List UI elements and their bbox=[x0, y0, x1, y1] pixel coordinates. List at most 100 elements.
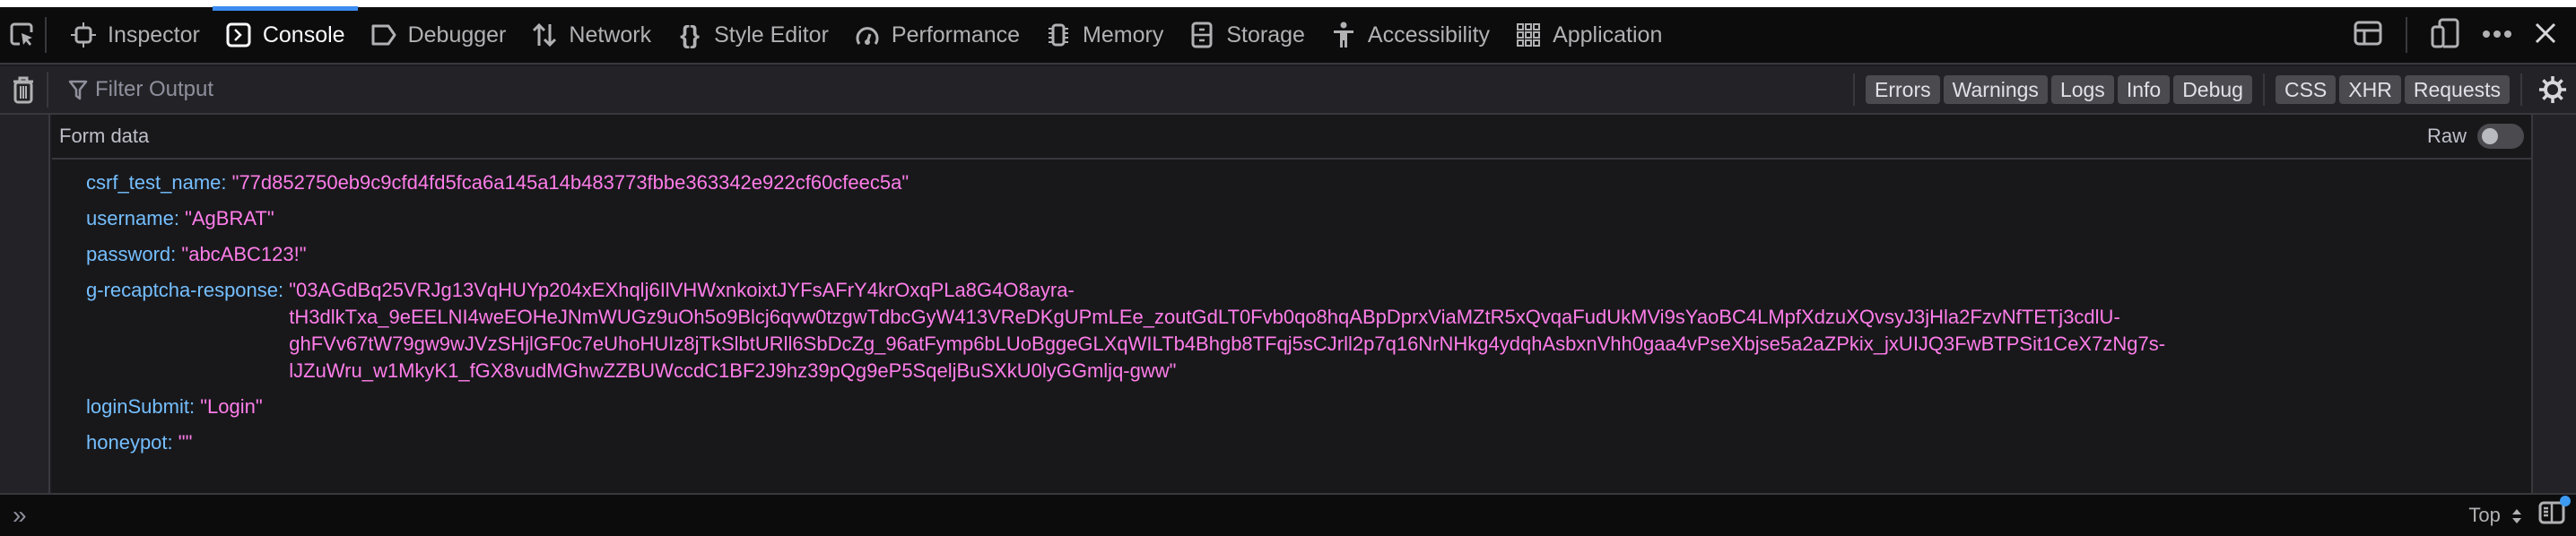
field-key: username: bbox=[86, 207, 179, 229]
tab-console[interactable]: Console bbox=[212, 6, 358, 64]
storage-icon bbox=[1188, 22, 1215, 48]
performance-icon bbox=[854, 22, 881, 48]
network-icon bbox=[531, 22, 558, 48]
more-options-button[interactable] bbox=[2483, 27, 2511, 43]
clear-console-button[interactable] bbox=[0, 75, 47, 104]
console-input-bar[interactable]: » Top bbox=[0, 493, 2576, 536]
field-value-line: tH3dlkTxa_9eEELNI4weEOHeJNmWUGz9uOh5o9Bl… bbox=[289, 306, 2120, 328]
responsive-design-icon bbox=[2431, 18, 2459, 48]
field-key: honeypot: bbox=[86, 431, 173, 454]
tab-storage[interactable]: Storage bbox=[1176, 6, 1318, 64]
notification-dot bbox=[2560, 496, 2571, 506]
tab-inspector[interactable]: Inspector bbox=[57, 6, 213, 64]
application-icon bbox=[1515, 22, 1542, 48]
tab-network[interactable]: Network bbox=[518, 6, 664, 64]
form-field-row: csrf_test_name: "77d852750eb9c9cfd4fd5fc… bbox=[86, 165, 2531, 201]
context-selector[interactable]: Top bbox=[2468, 504, 2522, 527]
tab-label: Performance bbox=[891, 22, 1021, 48]
console-filter-bar: Filter Output Errors Warnings Logs Info … bbox=[0, 66, 2576, 115]
devtools-toolbar: Inspector Console Debugger Network {} St… bbox=[0, 6, 2576, 65]
dock-options-button[interactable] bbox=[2354, 21, 2382, 50]
form-data-list: csrf_test_name: "77d852750eb9c9cfd4fd5fc… bbox=[52, 160, 2531, 461]
pills-divider bbox=[2262, 73, 2265, 106]
field-value: "Login" bbox=[200, 395, 263, 418]
form-field-row: g-recaptcha-response: "03AGdBq25VRJg13Vq… bbox=[86, 272, 2531, 389]
form-field-row: loginSubmit: "Login" bbox=[86, 389, 2531, 425]
style-editor-icon: {} bbox=[680, 21, 700, 48]
raw-toggle-group: Raw bbox=[2427, 124, 2524, 149]
filter-logs-button[interactable]: Logs bbox=[2050, 75, 2114, 104]
raw-toggle[interactable] bbox=[2477, 124, 2524, 149]
field-value-line: "03AGdBq25VRJg13VqHUYp204xEXhqlj6IlVHWxn… bbox=[289, 279, 1075, 301]
tab-label: Debugger bbox=[407, 22, 507, 48]
field-value: "03AGdBq25VRJg13VqHUYp204xEXhqlj6IlVHWxn… bbox=[289, 277, 2165, 385]
filter-xhr-button[interactable]: XHR bbox=[2339, 75, 2401, 104]
inspector-icon bbox=[70, 22, 97, 48]
prompt-chevron-icon: » bbox=[13, 501, 27, 529]
filter-output-input[interactable]: Filter Output bbox=[68, 77, 213, 102]
field-key: csrf_test_name: bbox=[86, 171, 227, 194]
form-data-header: Form data Raw bbox=[52, 115, 2531, 160]
close-icon bbox=[2535, 22, 2556, 43]
gear-icon bbox=[2539, 76, 2566, 103]
tab-label: Network bbox=[569, 22, 652, 48]
console-icon bbox=[225, 22, 252, 48]
filter-divider bbox=[47, 72, 48, 108]
tab-label: Style Editor bbox=[714, 22, 829, 48]
accessibility-icon bbox=[1330, 22, 1357, 48]
field-value: "77d852750eb9c9cfd4fd5fca6a145a14b483773… bbox=[231, 171, 909, 194]
tab-memory[interactable]: Memory bbox=[1032, 6, 1176, 64]
close-devtools-button[interactable] bbox=[2535, 22, 2556, 48]
right-gutter bbox=[2531, 115, 2576, 493]
field-value: "abcABC123!" bbox=[181, 243, 307, 265]
element-picker-icon bbox=[10, 22, 33, 46]
tab-label: Accessibility bbox=[1367, 22, 1491, 48]
field-value-line: ghFVv67tW79gw9wJVzSHjlGF0c7eUhoHUIz8jTkS… bbox=[289, 333, 2166, 355]
filter-requests-button[interactable]: Requests bbox=[2404, 75, 2510, 104]
filter-debug-button[interactable]: Debug bbox=[2173, 75, 2252, 104]
tab-label: Storage bbox=[1226, 22, 1305, 48]
filter-errors-button[interactable]: Errors bbox=[1866, 75, 1940, 104]
trash-icon bbox=[13, 76, 33, 104]
field-value: "" bbox=[178, 431, 193, 454]
field-key: g-recaptcha-response: bbox=[86, 279, 284, 301]
field-value: "AgBRAT" bbox=[185, 207, 274, 229]
updown-chevron-icon bbox=[2512, 509, 2521, 524]
field-key: loginSubmit: bbox=[86, 395, 196, 418]
input-bar-actions: Top bbox=[2468, 496, 2576, 530]
filter-pills: Errors Warnings Logs Info Debug CSS XHR … bbox=[1846, 73, 2529, 106]
tab-style-editor[interactable]: {} Style Editor bbox=[664, 6, 841, 64]
form-data-title: Form data bbox=[59, 125, 150, 147]
tab-accessibility[interactable]: Accessibility bbox=[1318, 6, 1502, 64]
console-output: Form data Raw csrf_test_name: "77d852750… bbox=[0, 115, 2576, 493]
toolbar-divider bbox=[2406, 17, 2407, 53]
memory-icon bbox=[1045, 22, 1072, 48]
form-field-row: honeypot: "" bbox=[86, 425, 2531, 461]
tab-application[interactable]: Application bbox=[1502, 6, 1675, 64]
filter-css-button[interactable]: CSS bbox=[2275, 75, 2337, 104]
tab-label: Console bbox=[262, 22, 345, 48]
tab-label: Memory bbox=[1083, 22, 1164, 48]
tab-label: Application bbox=[1553, 22, 1663, 48]
toggle-sidebar-button[interactable] bbox=[2538, 496, 2571, 530]
tab-performance[interactable]: Performance bbox=[841, 6, 1032, 64]
field-key: password: bbox=[86, 243, 177, 265]
filter-info-button[interactable]: Info bbox=[2117, 75, 2171, 104]
form-field-row: password: "abcABC123!" bbox=[86, 237, 2531, 272]
ellipsis-icon bbox=[2483, 30, 2511, 38]
filter-warnings-button[interactable]: Warnings bbox=[1943, 75, 2048, 104]
field-value-line: lJZuWru_w1MkyK1_fGX8vudMGhwZZBUWccdC1BF2… bbox=[289, 359, 1177, 382]
toolbar-actions bbox=[2354, 17, 2576, 53]
pills-divider bbox=[2520, 73, 2522, 106]
left-gutter bbox=[0, 115, 50, 493]
tab-debugger[interactable]: Debugger bbox=[358, 6, 519, 64]
layout-icon bbox=[2354, 21, 2382, 45]
responsive-design-button[interactable] bbox=[2431, 18, 2459, 53]
filter-icon bbox=[68, 80, 88, 100]
debugger-icon bbox=[370, 22, 397, 48]
element-picker-button[interactable] bbox=[0, 17, 47, 53]
console-settings-button[interactable] bbox=[2529, 75, 2576, 104]
tab-label: Inspector bbox=[108, 22, 200, 48]
form-field-row: username: "AgBRAT" bbox=[86, 201, 2531, 237]
filter-placeholder: Filter Output bbox=[95, 77, 214, 101]
